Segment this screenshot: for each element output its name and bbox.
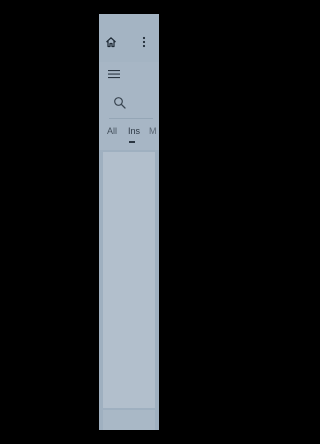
more-options-button[interactable]: [137, 34, 151, 50]
tab-ins[interactable]: Ins: [128, 126, 140, 136]
more-vertical-icon: [142, 36, 146, 48]
hamburger-menu-icon: [108, 70, 120, 79]
active-tab-indicator: [129, 141, 135, 143]
top-toolbar: [99, 14, 159, 62]
tab-all[interactable]: All: [107, 126, 117, 136]
bottom-bar: [103, 410, 155, 430]
tab-m[interactable]: M: [149, 126, 157, 136]
search-field[interactable]: [109, 90, 153, 119]
search-icon: [114, 97, 126, 109]
app-screen: All Ins M: [99, 14, 159, 430]
home-icon: [106, 37, 116, 48]
header-panel: All Ins M: [99, 62, 159, 150]
tab-bar: All Ins M: [99, 122, 159, 144]
content-area[interactable]: [103, 152, 155, 408]
home-button[interactable]: [103, 34, 119, 50]
menu-button[interactable]: [107, 68, 121, 80]
